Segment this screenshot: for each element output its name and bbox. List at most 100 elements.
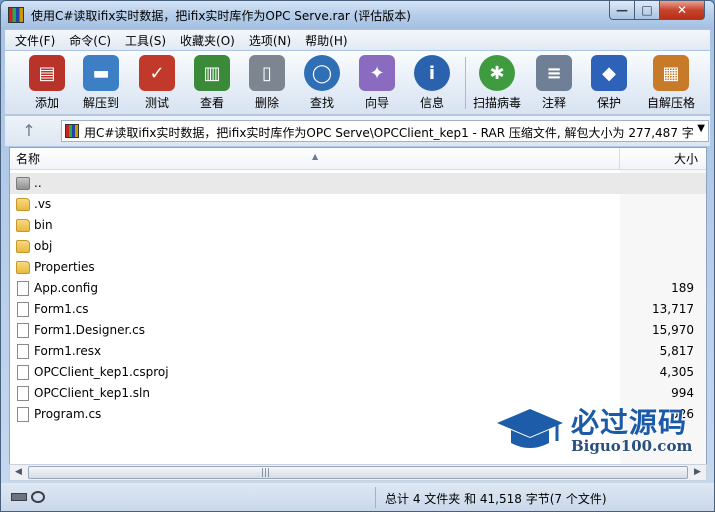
list-item[interactable]: .vs <box>10 194 706 215</box>
scrollbar-thumb[interactable]: ||| <box>28 466 688 479</box>
wizard-button[interactable]: ✦ 向导 <box>349 55 405 111</box>
comment-button[interactable]: ≡ 注释 <box>526 55 582 111</box>
file-list[interactable]: 名称 ▲ 大小 .. .vs bin obj Properties App.co… <box>9 147 707 465</box>
test-label: 测试 <box>144 96 169 110</box>
file-name: .vs <box>34 197 52 211</box>
file-icon <box>17 365 29 380</box>
find-button[interactable]: ◯ 查找 <box>294 55 350 111</box>
delete-button[interactable]: ▯ 删除 <box>239 55 295 111</box>
window-title: 使用C#读取ifix实时数据，把ifix实时库作为OPC Serve.rar (… <box>31 9 411 23</box>
file-name: App.config <box>34 281 98 295</box>
file-size: 15,970 <box>652 323 694 337</box>
file-rows: .. .vs bin obj Properties App.config 189… <box>10 173 706 425</box>
list-item[interactable]: bin <box>10 215 706 236</box>
list-item[interactable]: obj <box>10 236 706 257</box>
folder-icon <box>16 219 30 232</box>
disk-icon <box>11 493 27 501</box>
file-name: Form1.Designer.cs <box>34 323 145 337</box>
protect-label: 保护 <box>596 96 621 110</box>
menu-file[interactable]: 文件(F) <box>15 32 55 49</box>
info-button[interactable]: i 信息 <box>404 55 460 111</box>
rar-window: 使用C#读取ifix实时数据，把ifix实时库作为OPC Serve.rar (… <box>0 0 715 512</box>
sfx-label: 自解压格 <box>646 96 695 110</box>
menu-tools[interactable]: 工具(S) <box>125 32 166 49</box>
menu-favorites[interactable]: 收藏夹(O) <box>180 32 235 49</box>
column-header-size[interactable]: 大小 <box>620 148 706 170</box>
delete-icon: ▯ <box>249 55 285 91</box>
file-name: OPCClient_kep1.csproj <box>34 365 169 379</box>
list-item[interactable]: Program.cs 526 <box>10 404 706 425</box>
grip-icon: ||| <box>261 468 271 478</box>
column-header-name[interactable]: 名称 ▲ <box>10 148 620 170</box>
menu-bar: 文件(F) 命令(C) 工具(S) 收藏夹(O) 选项(N) 帮助(H) <box>5 30 710 50</box>
list-item[interactable]: App.config 189 <box>10 278 706 299</box>
extract-to-icon: ▬ <box>83 55 119 91</box>
maximize-button[interactable]: □ <box>634 1 660 20</box>
list-item[interactable]: Properties <box>10 257 706 278</box>
list-item[interactable]: Form1.resx 5,817 <box>10 341 706 362</box>
file-icon <box>17 386 29 401</box>
toolbar: ▤ 添加 ▬ 解压到 ✓ 测试 ▥ 查看 ▯ 删除 ◯ 查找 ✦ 向导 i 信息 <box>5 51 710 115</box>
list-item[interactable]: OPCClient_kep1.csproj 4,305 <box>10 362 706 383</box>
file-size: 526 <box>671 407 694 421</box>
delete-label: 删除 <box>254 96 279 110</box>
protect-icon: ◆ <box>591 55 627 91</box>
parent-folder-icon <box>16 177 30 190</box>
extract-to-button[interactable]: ▬ 解压到 <box>73 55 129 111</box>
list-item[interactable]: .. <box>10 173 706 194</box>
wizard-icon: ✦ <box>359 55 395 91</box>
sort-ascending-icon: ▲ <box>312 152 319 161</box>
horizontal-scrollbar[interactable]: ◀ ||| ▶ <box>9 464 707 481</box>
find-label: 查找 <box>309 96 334 110</box>
menu-options[interactable]: 选项(N) <box>249 32 291 49</box>
title-bar[interactable]: 使用C#读取ifix实时数据，把ifix实时库作为OPC Serve.rar (… <box>1 1 714 29</box>
view-button[interactable]: ▥ 查看 <box>184 55 240 111</box>
wizard-label: 向导 <box>364 96 389 110</box>
minimize-button[interactable]: — <box>609 1 635 20</box>
list-item[interactable]: OPCClient_kep1.sln 994 <box>10 383 706 404</box>
file-size: 994 <box>671 386 694 400</box>
find-icon: ◯ <box>304 55 340 91</box>
virus-scan-button[interactable]: ✱ 扫描病毒 <box>469 55 525 111</box>
sfx-icon: ▦ <box>653 55 689 91</box>
scroll-right-icon[interactable]: ▶ <box>689 465 706 480</box>
file-size: 4,305 <box>659 365 694 379</box>
winrar-app-icon[interactable] <box>8 7 24 23</box>
list-item[interactable]: Form1.Designer.cs 15,970 <box>10 320 706 341</box>
add-button[interactable]: ▤ 添加 <box>19 55 75 111</box>
protect-button[interactable]: ◆ 保护 <box>581 55 637 111</box>
test-icon: ✓ <box>139 55 175 91</box>
list-header: 名称 ▲ 大小 <box>10 148 706 170</box>
add-archive-icon: ▤ <box>29 55 65 91</box>
folder-icon <box>16 261 30 274</box>
list-item[interactable]: Form1.cs 13,717 <box>10 299 706 320</box>
add-label: 添加 <box>34 96 59 110</box>
view-label: 查看 <box>199 96 224 110</box>
info-icon: i <box>414 55 450 91</box>
file-name: obj <box>34 239 53 253</box>
address-path[interactable]: 用C#读取ifix实时数据，把ifix实时库作为OPC Serve\OPCCli… <box>84 124 694 141</box>
chevron-down-icon[interactable]: ▼ <box>697 123 705 134</box>
file-name: Properties <box>34 260 95 274</box>
file-size: 189 <box>671 281 694 295</box>
menu-commands[interactable]: 命令(C) <box>69 32 111 49</box>
status-summary: 总计 4 文件夹 和 41,518 字节(7 个文件) <box>385 492 607 506</box>
file-icon <box>17 344 29 359</box>
test-button[interactable]: ✓ 测试 <box>129 55 185 111</box>
virus-scan-icon: ✱ <box>479 55 515 91</box>
key-icon <box>31 491 45 503</box>
file-size: 5,817 <box>659 344 694 358</box>
sfx-button[interactable]: ▦ 自解压格 <box>643 55 699 111</box>
drive-status-icon[interactable] <box>11 491 47 503</box>
comment-label: 注释 <box>541 96 566 110</box>
file-name: .. <box>34 176 42 190</box>
info-label: 信息 <box>419 96 444 110</box>
menu-help[interactable]: 帮助(H) <box>305 32 347 49</box>
file-icon <box>17 323 29 338</box>
scroll-left-icon[interactable]: ◀ <box>10 465 27 480</box>
folder-icon <box>16 198 30 211</box>
file-icon <box>17 302 29 317</box>
up-folder-icon[interactable]: ↑ <box>19 121 39 141</box>
address-box[interactable]: 用C#读取ifix实时数据，把ifix实时库作为OPC Serve\OPCCli… <box>61 120 709 142</box>
close-button[interactable]: ✕ <box>659 1 705 20</box>
